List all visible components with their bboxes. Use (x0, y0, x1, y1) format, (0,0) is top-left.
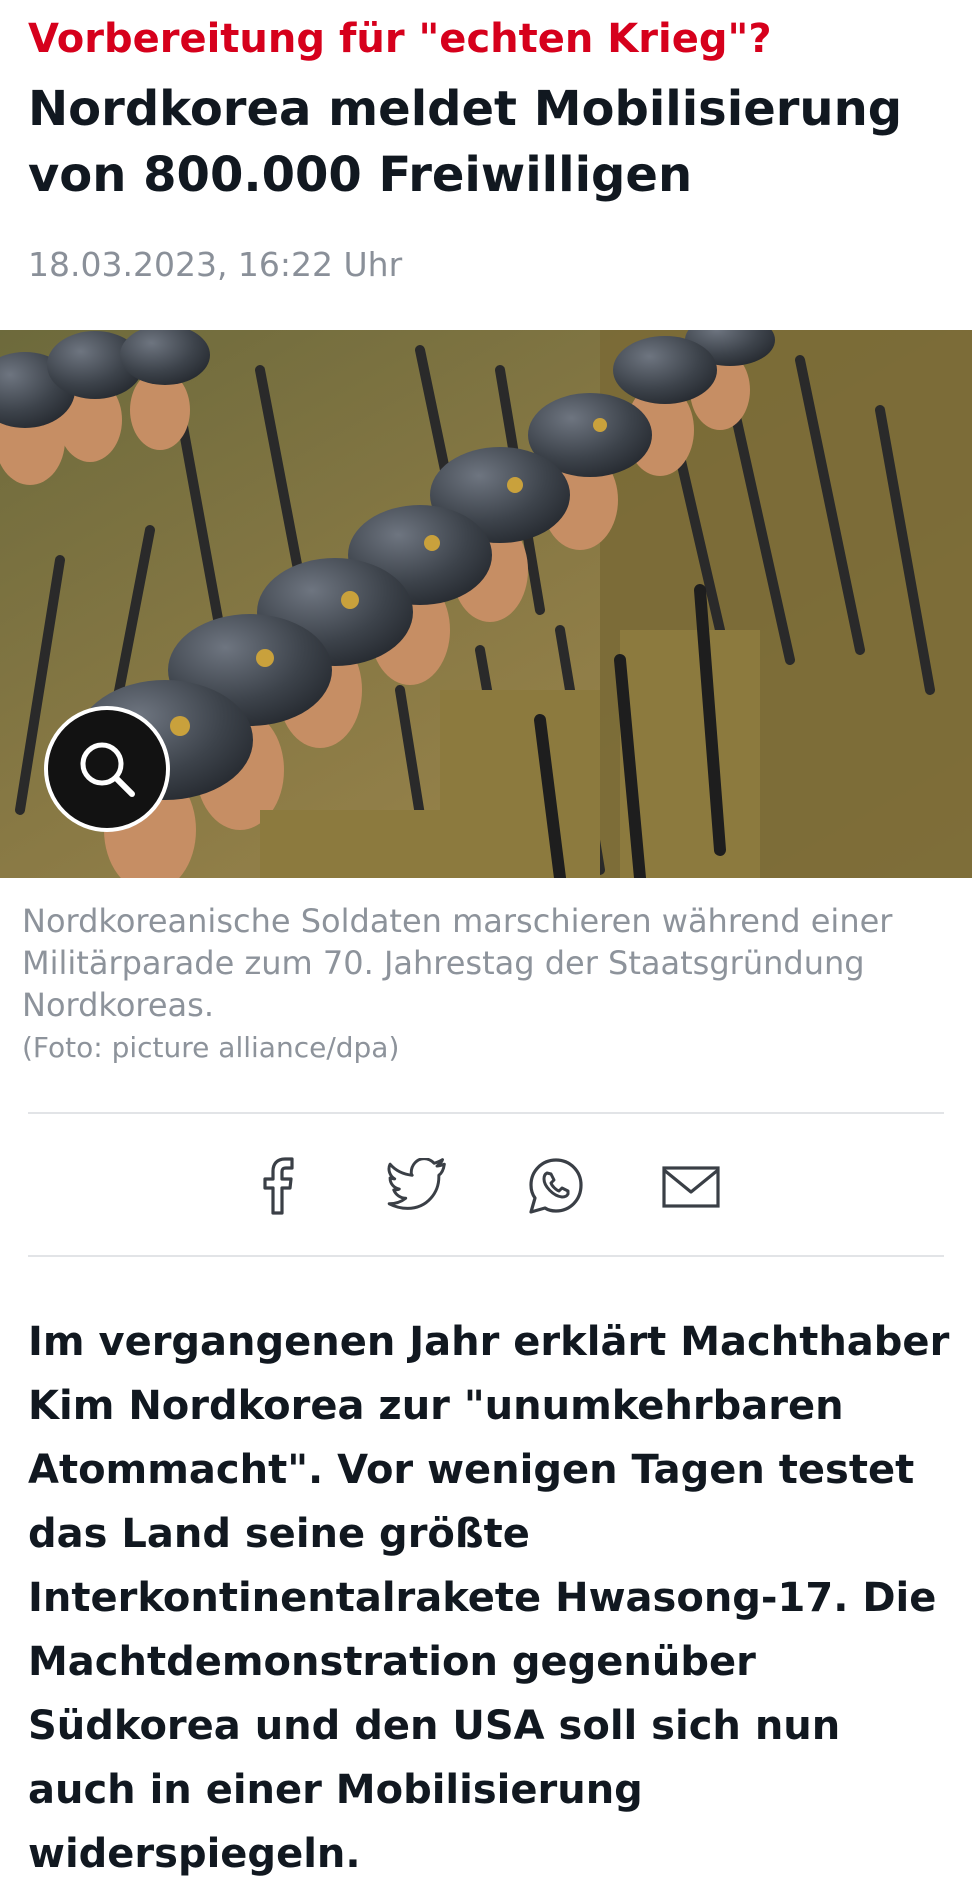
divider-top (28, 1112, 944, 1114)
share-whatsapp-button[interactable] (522, 1152, 590, 1220)
email-icon (662, 1166, 720, 1208)
facebook-icon (263, 1157, 294, 1215)
hero-image[interactable] (0, 330, 972, 878)
share-twitter-button[interactable] (384, 1152, 452, 1220)
share-email-button[interactable] (657, 1152, 725, 1220)
image-credit: (Foto: picture alliance/dpa) (22, 1031, 400, 1064)
article-headline: Nordkorea meldet Mobilisierung von 800.0… (28, 81, 903, 203)
article: Vorbereitung für "echten Krieg"? Nordkor… (0, 0, 972, 1877)
twitter-icon (387, 1158, 446, 1210)
divider-bottom (28, 1255, 944, 1257)
article-kicker: Vorbereitung für "echten Krieg"? (28, 16, 772, 62)
article-timestamp: 18.03.2023, 16:22 Uhr (28, 245, 403, 284)
whatsapp-icon (529, 1158, 583, 1214)
article-lead: Im vergangenen Jahr erklärt Machthaber K… (28, 1319, 950, 1877)
share-facebook-button[interactable] (245, 1152, 313, 1220)
image-caption: Nordkoreanische Soldaten marschieren wäh… (22, 902, 893, 1024)
magnifier-icon (80, 742, 135, 797)
zoom-image-button[interactable] (44, 706, 170, 832)
share-bar (0, 1140, 972, 1230)
